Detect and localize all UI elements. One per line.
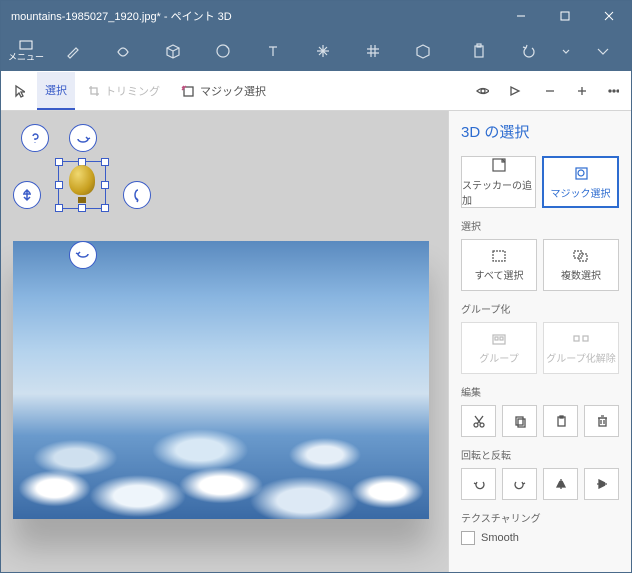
zoom-out-icon[interactable] bbox=[535, 72, 563, 110]
select-label: 選択 bbox=[45, 82, 67, 98]
brush-tool-icon[interactable] bbox=[49, 33, 97, 69]
shapes-3d-icon[interactable] bbox=[149, 33, 197, 69]
sub-toolbar: 選択 トリミング マジック選択 bbox=[1, 71, 631, 111]
smooth-label: Smooth bbox=[481, 532, 519, 544]
magic-select-tool[interactable]: マジック選択 bbox=[172, 72, 274, 110]
text-icon[interactable] bbox=[249, 33, 297, 69]
depth-control-icon[interactable] bbox=[13, 181, 41, 209]
ungroup-button: グループ化解除 bbox=[543, 322, 619, 374]
magic-select-button[interactable]: マジック選択 bbox=[542, 156, 619, 208]
maximize-button[interactable] bbox=[543, 1, 587, 31]
view-mixed-icon[interactable] bbox=[501, 72, 531, 110]
paste-side-icon[interactable] bbox=[543, 405, 578, 437]
trimming-label: トリミング bbox=[105, 83, 160, 99]
group-button: グループ bbox=[461, 322, 537, 374]
expand-icon[interactable] bbox=[579, 33, 627, 69]
canvas-area[interactable] bbox=[1, 111, 448, 572]
window-title: mountains-1985027_1920.jpg* - ペイント 3D bbox=[11, 8, 499, 24]
multi-select-button[interactable]: 複数選択 bbox=[543, 239, 619, 291]
view-3d-icon[interactable] bbox=[467, 72, 497, 110]
effects-icon[interactable] bbox=[299, 33, 347, 69]
rotate-left-icon[interactable] bbox=[461, 468, 496, 500]
cut-icon[interactable] bbox=[461, 405, 496, 437]
ribbon: メニュー bbox=[1, 31, 631, 71]
section-rotate-label: 回転と反転 bbox=[461, 447, 619, 462]
canvas-icon[interactable] bbox=[349, 33, 397, 69]
close-button[interactable] bbox=[587, 1, 631, 31]
pointer-tool[interactable] bbox=[5, 72, 33, 110]
selection-box[interactable] bbox=[58, 161, 106, 209]
select-tool[interactable]: 選択 bbox=[37, 72, 75, 110]
minimize-button[interactable] bbox=[499, 1, 543, 31]
canvas-image bbox=[13, 241, 429, 519]
rotate-x-control-icon[interactable] bbox=[69, 124, 97, 152]
menu-button[interactable]: メニュー bbox=[5, 33, 47, 69]
add-sticker-button[interactable]: ステッカーの追加 bbox=[461, 156, 536, 208]
flip-vertical-icon[interactable] bbox=[584, 468, 619, 500]
stickers-icon[interactable] bbox=[199, 33, 247, 69]
magic-select-label: マジック選択 bbox=[200, 83, 266, 99]
library-icon[interactable] bbox=[399, 33, 447, 69]
section-select-label: 選択 bbox=[461, 218, 619, 233]
rotate-right-icon[interactable] bbox=[502, 468, 537, 500]
delete-icon[interactable] bbox=[584, 405, 619, 437]
history-dropdown-icon[interactable] bbox=[555, 33, 577, 69]
titlebar: mountains-1985027_1920.jpg* - ペイント 3D bbox=[1, 1, 631, 31]
section-texture-label: テクスチャリング bbox=[461, 510, 619, 525]
side-panel: 3D の選択 ステッカーの追加 マジック選択 選択 すべて選択 bbox=[448, 111, 631, 572]
select-all-button[interactable]: すべて選択 bbox=[461, 239, 537, 291]
balloon-object[interactable] bbox=[69, 165, 95, 207]
section-edit-label: 編集 bbox=[461, 384, 619, 399]
zoom-in-icon[interactable] bbox=[567, 72, 595, 110]
smooth-checkbox[interactable] bbox=[461, 531, 475, 545]
help-control-icon[interactable] bbox=[21, 124, 49, 152]
copy-icon[interactable] bbox=[502, 405, 537, 437]
paste-icon[interactable] bbox=[455, 33, 503, 69]
undo-icon[interactable] bbox=[505, 33, 553, 69]
section-group-label: グループ化 bbox=[461, 301, 619, 316]
shapes-2d-icon[interactable] bbox=[99, 33, 147, 69]
flip-horizontal-icon[interactable] bbox=[543, 468, 578, 500]
rotate-z-control-icon[interactable] bbox=[69, 241, 97, 269]
side-title: 3D の選択 bbox=[461, 121, 619, 142]
rotate-y-control-icon[interactable] bbox=[123, 181, 151, 209]
more-icon[interactable] bbox=[599, 72, 627, 110]
crop-tool[interactable]: トリミング bbox=[79, 72, 168, 110]
menu-label: メニュー bbox=[8, 50, 44, 63]
